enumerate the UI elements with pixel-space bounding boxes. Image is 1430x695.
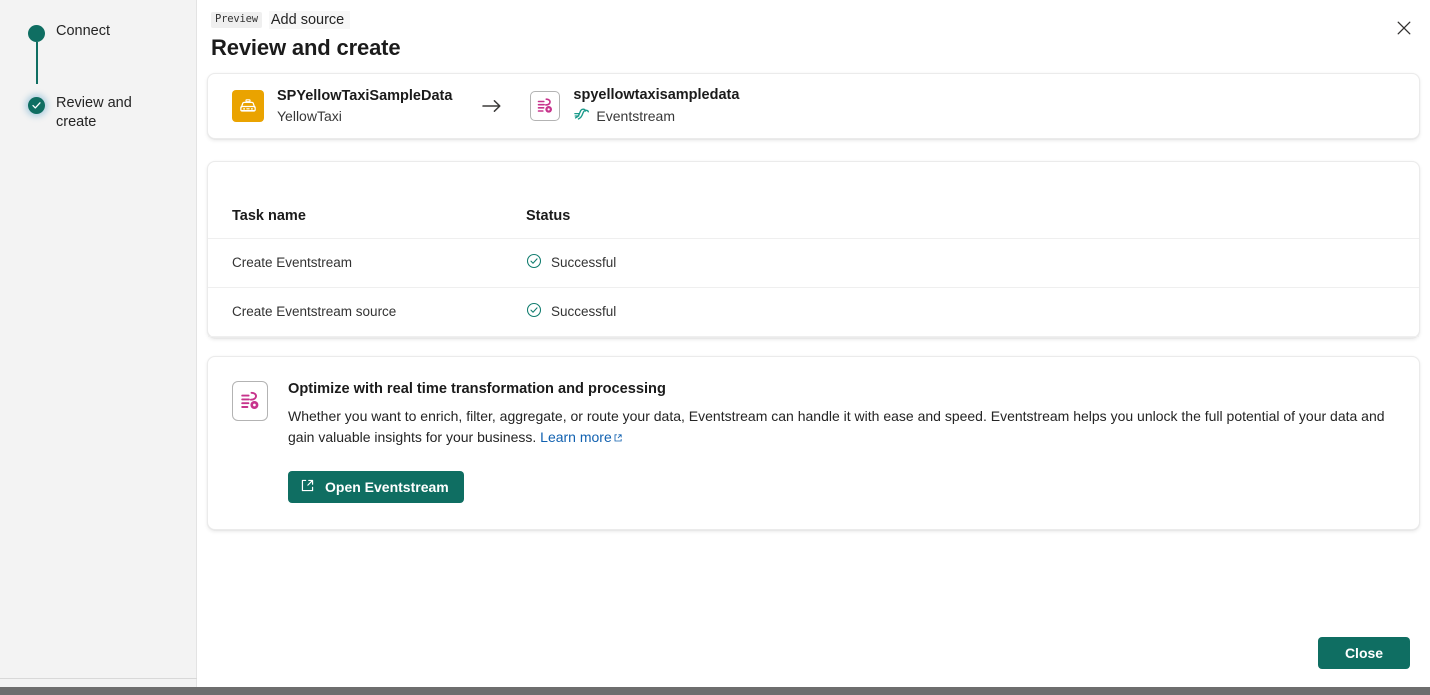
status-label: Successful — [551, 304, 616, 319]
source-type: YellowTaxi — [277, 107, 452, 126]
destination-type-label: Eventstream — [596, 107, 675, 126]
optimize-card: Optimize with real time transformation a… — [207, 356, 1420, 530]
preview-badge: Preview — [211, 12, 262, 28]
table-header-row: Task name Status — [208, 162, 1419, 239]
task-name-cell: Create Eventstream — [208, 239, 526, 288]
step-connector-line — [36, 42, 38, 84]
learn-more-link[interactable]: Learn more — [540, 429, 612, 445]
optimize-description-block: Whether you want to enrich, filter, aggr… — [288, 406, 1388, 449]
flow-destination-item: spyellowtaxisampledata Eventstream — [530, 86, 739, 127]
window-bottom-bar — [0, 687, 1430, 695]
breadcrumb-label-add-source: Add source — [269, 11, 350, 29]
eventstream-icon — [530, 91, 560, 121]
wizard-sidebar: Connect Review and create — [0, 0, 197, 687]
taxi-icon — [232, 90, 264, 122]
check-circle-icon — [526, 253, 542, 272]
dialog-content: SPYellowTaxiSampleData YellowTaxi — [197, 73, 1430, 530]
task-status-cell: Successful — [526, 239, 1419, 288]
optimize-body: Optimize with real time transformation a… — [288, 379, 1395, 503]
optimize-description: Whether you want to enrich, filter, aggr… — [288, 408, 1385, 445]
source-destination-card: SPYellowTaxiSampleData YellowTaxi — [207, 73, 1420, 139]
flow-destination-texts: spyellowtaxisampledata Eventstream — [573, 86, 739, 127]
tasks-table: Task name Status Create Eventstream — [208, 162, 1419, 337]
tasks-table-body: Create Eventstream Succe — [208, 239, 1419, 337]
flow-source-texts: SPYellowTaxiSampleData YellowTaxi — [277, 87, 452, 126]
tasks-card: Task name Status Create Eventstream — [207, 161, 1420, 338]
status-badge: Successful — [526, 253, 1419, 272]
source-name: SPYellowTaxiSampleData — [277, 87, 452, 106]
page-title: Review and create — [211, 35, 1402, 61]
optimize-title: Optimize with real time transformation a… — [288, 379, 1395, 399]
close-button[interactable]: Close — [1318, 637, 1410, 669]
dialog-header: Preview Add source Review and create — [197, 0, 1430, 61]
sidebar-step-label-connect: Connect — [56, 16, 110, 41]
wizard-stepper: Connect Review and create — [0, 8, 196, 132]
table-row: Create Eventstream Succe — [208, 239, 1419, 288]
step-marker-check-icon — [28, 97, 45, 114]
sidebar-step-review-and-create[interactable]: Review and create — [0, 88, 196, 132]
task-status-cell: Successful — [526, 288, 1419, 337]
sidebar-step-label-review-and-create: Review and create — [56, 88, 166, 132]
dialog-footer: Close — [1318, 637, 1410, 669]
table-row: Create Eventstream source — [208, 288, 1419, 337]
open-external-icon — [300, 478, 315, 496]
destination-name: spyellowtaxisampledata — [573, 86, 739, 105]
destination-type-row: Eventstream — [573, 106, 739, 127]
column-header-status: Status — [526, 162, 1419, 239]
open-eventstream-button-label: Open Eventstream — [325, 479, 449, 495]
column-header-task-name: Task name — [208, 162, 526, 239]
main-panel: Preview Add source Review and create — [197, 0, 1430, 687]
close-icon[interactable] — [1388, 12, 1420, 44]
task-name-cell: Create Eventstream source — [208, 288, 526, 337]
status-label: Successful — [551, 255, 616, 270]
open-eventstream-button[interactable]: Open Eventstream — [288, 471, 464, 503]
flow-source-item: SPYellowTaxiSampleData YellowTaxi — [232, 87, 452, 126]
step-marker-filled-circle — [28, 25, 45, 42]
eventstream-icon — [232, 381, 268, 421]
check-circle-icon — [526, 302, 542, 321]
sidebar-step-connect[interactable]: Connect — [0, 16, 196, 50]
status-badge: Successful — [526, 302, 1419, 321]
breadcrumb: Preview Add source — [211, 10, 1402, 29]
sidebar-bottom-divider — [0, 678, 197, 679]
review-and-create-dialog: Connect Review and create Preview Add so… — [0, 0, 1430, 695]
tasks-table-head: Task name Status — [208, 162, 1419, 239]
eventstream-stream-icon — [573, 106, 590, 127]
external-link-icon — [613, 428, 623, 449]
arrow-right-icon — [482, 99, 502, 113]
